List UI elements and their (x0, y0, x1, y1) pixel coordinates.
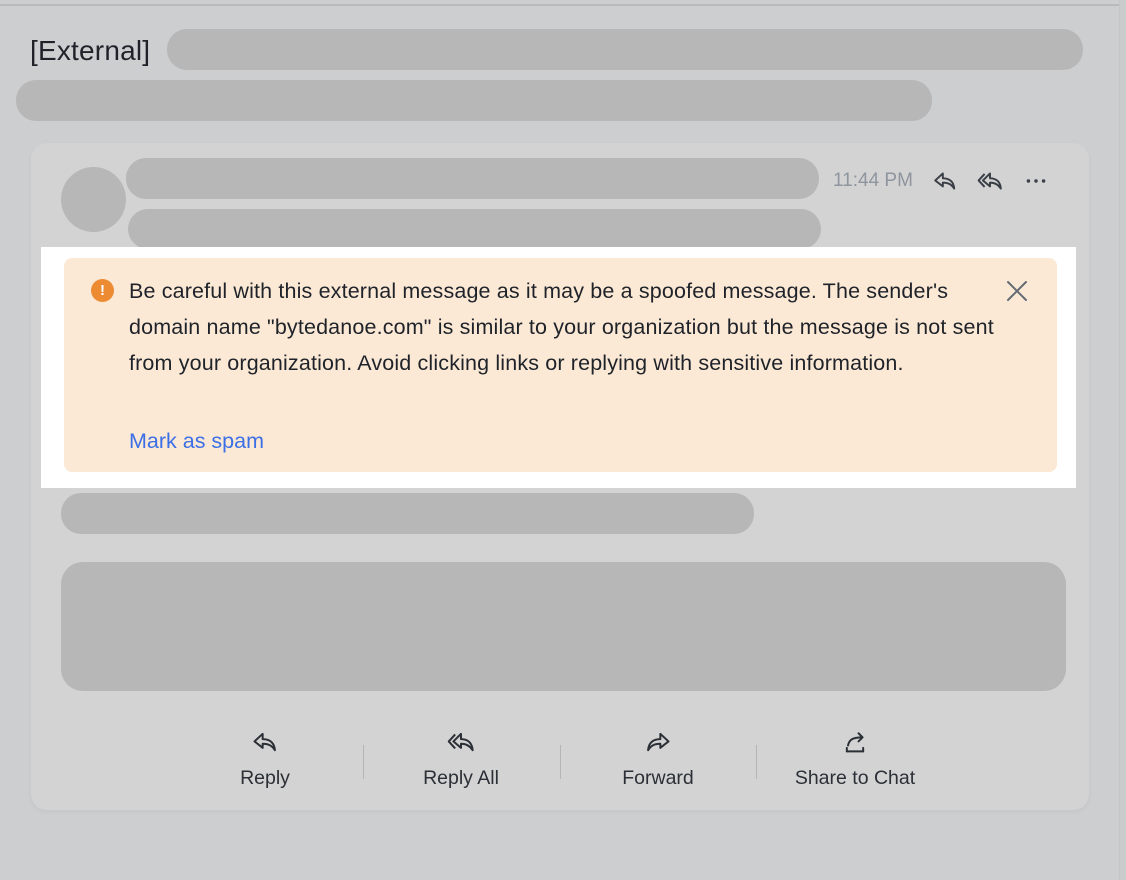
header-reply-button[interactable] (930, 167, 960, 195)
reply-icon (934, 172, 956, 190)
mark-as-spam-link[interactable]: Mark as spam (129, 423, 264, 459)
reply-all-icon (447, 732, 474, 752)
share-icon (845, 732, 865, 753)
warning-highlight: ! Be careful with this external message … (41, 247, 1076, 488)
recipient-placeholder (128, 209, 821, 249)
external-tag: [External] (30, 35, 151, 66)
reply-all-icon (977, 172, 1002, 190)
more-button[interactable] (1021, 167, 1051, 195)
forward-icon (647, 732, 670, 752)
body-placeholder-block (61, 562, 1066, 691)
avatar[interactable] (61, 167, 126, 232)
reply-all-label: Reply All (423, 767, 499, 789)
close-banner-button[interactable] (1004, 278, 1030, 304)
footer-actions: Reply Reply All Forward Share to Chat (31, 723, 1089, 793)
share-to-chat-label: Share to Chat (794, 767, 916, 789)
header-reply-all-button[interactable] (975, 167, 1005, 195)
subject-placeholder (167, 29, 1083, 70)
warning-message: Be careful with this external message as… (129, 279, 994, 375)
action-divider (560, 745, 561, 779)
forward-label: Forward (622, 767, 694, 789)
reply-button[interactable]: Reply (170, 723, 360, 793)
subject-placeholder-line2 (16, 80, 932, 121)
top-divider (0, 4, 1120, 6)
action-divider (363, 745, 364, 779)
sender-placeholder (126, 158, 819, 199)
spoof-warning-banner: ! Be careful with this external message … (64, 258, 1057, 472)
share-to-chat-button[interactable]: Share to Chat (760, 723, 950, 793)
close-icon (1007, 281, 1027, 301)
reply-label: Reply (240, 767, 290, 789)
reply-icon (253, 732, 276, 752)
reply-all-button[interactable]: Reply All (366, 723, 556, 793)
more-icon (1026, 179, 1046, 183)
subject-line: [External] (30, 30, 150, 72)
forward-button[interactable]: Forward (563, 723, 753, 793)
body-placeholder-line (61, 493, 754, 534)
scrollbar-track[interactable] (1119, 0, 1126, 880)
message-time: 11:44 PM (833, 170, 913, 191)
warning-icon: ! (91, 279, 114, 302)
action-divider (756, 745, 757, 779)
